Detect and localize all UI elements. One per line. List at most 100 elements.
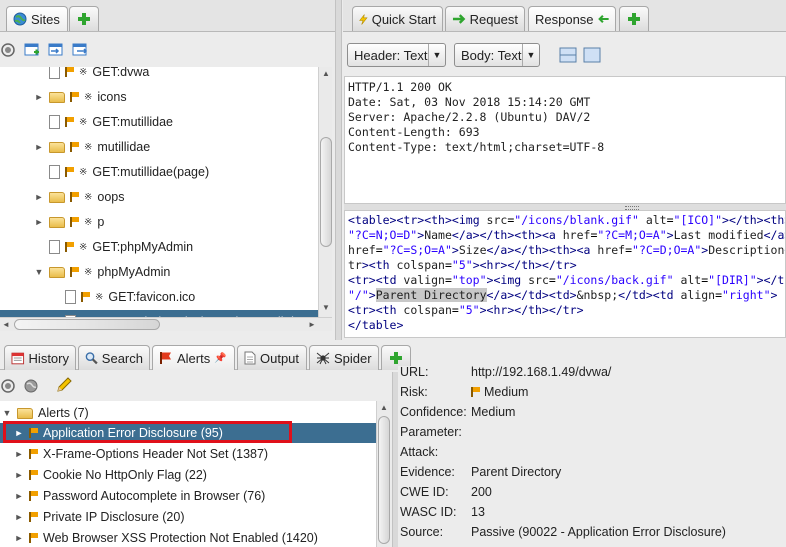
site-tree-node[interactable]: ▼ ※ phpMyAdmin bbox=[34, 262, 171, 282]
alert-flag-icon bbox=[29, 533, 38, 543]
alert-detail-row: Attack: bbox=[398, 442, 786, 462]
response-body-line: </table> bbox=[348, 318, 404, 332]
alert-detail-value[interactable]: Medium bbox=[471, 405, 515, 419]
header-view-select[interactable]: Header: Text ▼ bbox=[347, 43, 446, 67]
collapsed-arrow-icon[interactable]: ► bbox=[34, 192, 44, 202]
alert-flag-icon bbox=[70, 92, 79, 102]
response-body-text[interactable]: <table><tr><th><img src="/icons/blank.gi… bbox=[344, 210, 786, 338]
scroll-up-arrow[interactable]: ▲ bbox=[320, 69, 332, 78]
alert-detail-row: CWE ID: 200 bbox=[398, 482, 786, 502]
tab-history[interactable]: History bbox=[4, 345, 76, 370]
alert-detail-row: WASC ID: 13 bbox=[398, 502, 786, 522]
site-tree-node[interactable]: ► ※ icons bbox=[34, 87, 127, 107]
tab-spider[interactable]: Spider bbox=[309, 345, 379, 370]
collapsed-arrow-icon[interactable]: ► bbox=[34, 92, 44, 102]
h-scroll-thumb[interactable] bbox=[14, 319, 160, 330]
alert-flag-icon bbox=[65, 242, 74, 252]
alert-item[interactable]: ► Cookie No HttpOnly Flag (22) bbox=[14, 465, 207, 485]
spider-icon: ※ bbox=[79, 241, 88, 253]
scroll-thumb[interactable] bbox=[378, 416, 390, 544]
alerts-vscrollbar[interactable]: ▲ bbox=[376, 401, 390, 547]
response-body-line: "/">Parent Directory</a></td><td>&nbsp;<… bbox=[348, 288, 778, 302]
import-context-icon[interactable] bbox=[48, 43, 64, 57]
tab-request[interactable]: Request bbox=[445, 6, 525, 31]
alert-detail-value[interactable]: Passive (90022 - Application Error Discl… bbox=[471, 525, 726, 539]
alert-detail-value[interactable]: 13 bbox=[471, 505, 485, 519]
site-tree-node-label: icons bbox=[97, 90, 127, 104]
plus-icon bbox=[390, 352, 402, 364]
collapsed-arrow-icon[interactable]: ► bbox=[14, 512, 24, 522]
alert-detail-value[interactable]: Parent Directory bbox=[471, 465, 561, 479]
folder-icon bbox=[49, 266, 65, 278]
collapsed-arrow-icon[interactable]: ► bbox=[34, 217, 44, 227]
tab-request-label: Request bbox=[469, 11, 518, 27]
expanded-arrow-icon[interactable]: ▼ bbox=[2, 408, 12, 418]
site-tree-hscrollbar[interactable]: ◄ ► bbox=[0, 317, 332, 331]
spider-icon: ※ bbox=[79, 116, 88, 128]
site-tree-node[interactable]: ※ GET:mutillidae(page) bbox=[34, 162, 209, 182]
alert-detail-value-text: Passive (90022 - Application Error Discl… bbox=[471, 525, 726, 539]
scroll-up-arrow[interactable]: ▲ bbox=[378, 403, 390, 412]
tab-output[interactable]: Output bbox=[237, 345, 307, 370]
alert-detail-value[interactable]: Medium bbox=[471, 385, 528, 399]
export-context-icon[interactable] bbox=[72, 43, 88, 57]
split-horizontal-icon[interactable] bbox=[559, 47, 577, 63]
response-header-text[interactable]: HTTP/1.1 200 OK Date: Sat, 03 Nov 2018 15… bbox=[344, 76, 786, 204]
file-icon bbox=[65, 290, 76, 304]
tab-sites[interactable]: Sites bbox=[6, 6, 68, 31]
site-tree-node[interactable]: ► ※ p bbox=[34, 212, 105, 232]
expanded-arrow-icon[interactable]: ▼ bbox=[34, 267, 44, 277]
alert-detail-row: Risk: Medium bbox=[398, 382, 786, 402]
alerts-toolbar bbox=[0, 372, 398, 398]
alert-flag-icon bbox=[70, 192, 79, 202]
scroll-thumb[interactable] bbox=[320, 137, 332, 247]
scroll-down-arrow[interactable]: ▼ bbox=[320, 303, 332, 312]
split-vertical-icon[interactable] bbox=[583, 47, 601, 63]
site-tree-node[interactable]: ※ GET:favicon.ico bbox=[50, 287, 195, 307]
calendar-icon bbox=[11, 352, 25, 365]
tab-quick-start[interactable]: Quick Start bbox=[352, 6, 443, 31]
alert-item[interactable]: ► X-Frame-Options Header Not Set (1387) bbox=[14, 444, 269, 464]
add-request-tab-button[interactable] bbox=[619, 6, 649, 31]
alert-flag-icon bbox=[65, 117, 74, 127]
pin-icon[interactable]: 📌 bbox=[214, 353, 226, 364]
scroll-left-arrow[interactable]: ◄ bbox=[0, 320, 12, 329]
tab-search[interactable]: Search bbox=[78, 345, 150, 370]
spider-icon bbox=[316, 352, 330, 365]
site-tree-node[interactable]: ※ GET:mutillidae bbox=[34, 112, 173, 132]
tab-response[interactable]: Response bbox=[528, 6, 616, 31]
new-context-icon[interactable] bbox=[24, 43, 40, 57]
alert-item[interactable]: ► Private IP Disclosure (20) bbox=[14, 507, 185, 527]
site-tree-node[interactable]: ※ GET:dvwa bbox=[34, 67, 149, 82]
target-icon[interactable] bbox=[1, 379, 15, 393]
site-tree-node[interactable]: ※ GET:phpMyAdmin bbox=[34, 237, 193, 257]
site-tree-node-label: phpMyAdmin bbox=[97, 265, 171, 279]
pencil-icon[interactable] bbox=[56, 377, 72, 393]
alerts-root-node[interactable]: ▼ Alerts (7) bbox=[2, 403, 89, 423]
file-icon bbox=[49, 165, 60, 179]
collapsed-arrow-icon[interactable]: ► bbox=[14, 491, 24, 501]
collapsed-arrow-icon[interactable]: ► bbox=[14, 449, 24, 459]
collapsed-arrow-icon[interactable]: ► bbox=[34, 142, 44, 152]
site-tree-node[interactable]: ► ※ mutillidae bbox=[34, 137, 151, 157]
scroll-right-arrow[interactable]: ► bbox=[306, 320, 318, 329]
alert-detail-value-text: 13 bbox=[471, 505, 485, 519]
target-icon[interactable] bbox=[1, 43, 15, 57]
body-view-select[interactable]: Body: Text ▼ bbox=[454, 43, 540, 67]
alert-flag-icon bbox=[29, 491, 38, 501]
globe-gray-icon[interactable] bbox=[24, 379, 38, 393]
vertical-splitter[interactable] bbox=[335, 0, 342, 340]
alert-item-label: Password Autocomplete in Browser (76) bbox=[43, 489, 266, 503]
tab-alerts[interactable]: Alerts 📌 bbox=[152, 345, 235, 370]
alert-detail-value[interactable]: 200 bbox=[471, 485, 492, 499]
alert-item[interactable]: ► Password Autocomplete in Browser (76) bbox=[14, 486, 266, 506]
add-site-tab-button[interactable] bbox=[69, 6, 99, 31]
alert-detail-value[interactable]: http://192.168.1.49/dvwa/ bbox=[471, 366, 611, 379]
alert-item[interactable]: ► Web Browser XSS Protection Not Enabled … bbox=[14, 528, 318, 547]
site-tree-vscrollbar[interactable]: ▲ ▼ bbox=[318, 67, 332, 317]
collapsed-arrow-icon[interactable]: ► bbox=[14, 470, 24, 480]
site-tree-node[interactable]: ► ※ oops bbox=[34, 187, 125, 207]
collapsed-arrow-icon[interactable]: ► bbox=[14, 533, 24, 543]
site-tree[interactable]: ※ GET:dvwa ► ※ icons ※ GET:mutillidae ► ※ mutilli… bbox=[0, 67, 318, 317]
spider-icon: ※ bbox=[84, 216, 93, 228]
